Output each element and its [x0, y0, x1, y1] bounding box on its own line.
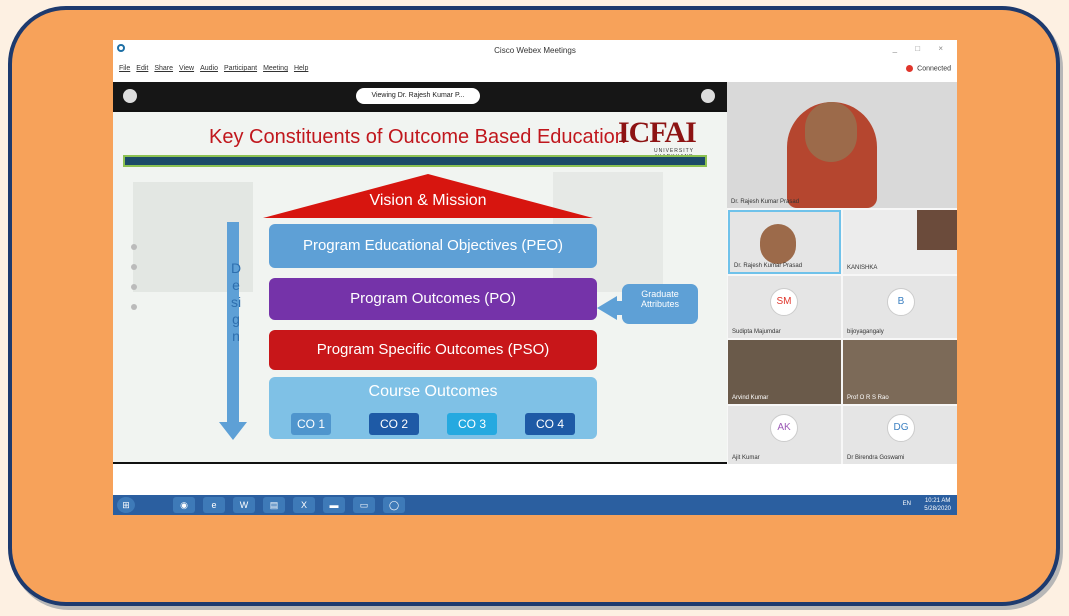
peo-box: Program Educational Objectives (PEO) — [269, 224, 597, 268]
participant-video — [760, 224, 796, 264]
vision-mission-label: Vision & Mission — [369, 192, 487, 209]
co2-box: CO 2 — [369, 413, 419, 435]
window-title: Cisco Webex Meetings — [494, 46, 576, 55]
avatar: AK — [770, 414, 798, 442]
slide-tools — [127, 244, 139, 324]
shared-content-area: Viewing Dr. Rajesh Kumar P... Key Consti… — [113, 82, 727, 506]
participant-tile[interactable]: Prof O R S Rao — [843, 340, 957, 404]
participant-tile[interactable]: DG Dr Birendra Goswami — [843, 406, 957, 464]
icfai-logo: ICFAI — [618, 116, 697, 149]
terminal-icon[interactable]: ▬ — [323, 497, 345, 513]
settings-icon[interactable] — [123, 89, 137, 103]
participant-tile[interactable]: B bijoyagangaly — [843, 276, 957, 338]
share-top-bar: Viewing Dr. Rajesh Kumar P... — [113, 82, 727, 110]
co4-box: CO 4 — [525, 413, 575, 435]
participant-name: bijoyagangaly — [847, 329, 884, 335]
window-controls[interactable]: _ □ × — [893, 44, 951, 53]
participant-tile[interactable]: SM Sudipta Majumdar — [728, 276, 841, 338]
menu-view[interactable]: View — [179, 65, 194, 72]
participant-name: KANISHKA — [847, 265, 878, 271]
course-outcomes-label: Course Outcomes — [368, 383, 498, 400]
design-arrow-head — [219, 422, 247, 440]
title-underline-bar — [123, 155, 707, 167]
participant-name: Ajit Kumar — [732, 455, 760, 461]
word-icon[interactable]: W — [233, 497, 255, 513]
viewing-label[interactable]: Viewing Dr. Rajesh Kumar P... — [356, 88, 480, 104]
design-label: Design — [230, 260, 242, 344]
participant-name: Dr. Rajesh Kumar Prasad — [734, 263, 803, 269]
participant-tile[interactable]: AK Ajit Kumar — [728, 406, 841, 464]
active-speaker-video[interactable]: Dr. Rajesh Kumar Prasad — [727, 82, 957, 208]
webex-window: Cisco Webex Meetings _ □ × File Edit Share… — [113, 40, 957, 515]
annotate-icon[interactable] — [131, 244, 137, 250]
graduate-attributes-box: Graduate Attributes — [622, 284, 698, 324]
participant-tile[interactable]: Arvind Kumar — [728, 340, 841, 404]
pointer-icon[interactable] — [131, 264, 137, 270]
window-icon[interactable]: ▭ — [353, 497, 375, 513]
menu-bar: File Edit Share View Audio Participant Meeting… — [113, 60, 957, 78]
slide-title: Key Constituents of Outcome Based Educat… — [209, 126, 626, 148]
speaker-face — [805, 102, 857, 162]
avatar: B — [887, 288, 915, 316]
connection-status[interactable]: Connected — [906, 65, 951, 72]
clock[interactable]: 10:21 AM 5/28/2020 — [924, 497, 951, 513]
participant-panel: Dr. Rajesh Kumar Prasad Dr. Rajesh Kumar… — [727, 82, 957, 464]
participant-video — [917, 210, 957, 250]
start-button[interactable]: ⊞ — [117, 497, 135, 513]
menu-edit[interactable]: Edit — [136, 65, 148, 72]
participant-tile[interactable]: Dr. Rajesh Kumar Prasad — [728, 210, 841, 274]
ie-icon[interactable]: e — [203, 497, 225, 513]
participant-name: Sudipta Majumdar — [732, 329, 781, 335]
avatar: SM — [770, 288, 798, 316]
windows-taskbar: ⊞ ◉ e W ▤ X ▬ ▭ ◯ EN 10:21 AM 5/28/2020 — [113, 495, 957, 515]
excel-icon[interactable]: X — [293, 497, 315, 513]
menu-share[interactable]: Share — [154, 65, 173, 72]
participant-name: Dr. Rajesh Kumar Prasad — [731, 199, 800, 205]
language-indicator[interactable]: EN — [903, 501, 911, 507]
participant-name: Arvind Kumar — [732, 395, 769, 401]
status-dot-icon — [906, 65, 914, 72]
pso-box: Program Specific Outcomes (PSO) — [269, 330, 597, 370]
course-outcomes-box: Course Outcomes CO 1 CO 2 CO 3 CO 4 — [269, 377, 597, 439]
window-gap — [113, 464, 957, 495]
participant-tile[interactable]: KANISHKA — [843, 210, 957, 274]
menu-file[interactable]: File — [119, 65, 130, 72]
avatar: DG — [887, 414, 915, 442]
webex-taskbar-icon[interactable]: ◯ — [383, 497, 405, 513]
chrome-icon[interactable]: ◉ — [173, 497, 195, 513]
presentation-slide: Key Constituents of Outcome Based Educat… — [113, 112, 727, 462]
menu-help[interactable]: Help — [294, 65, 308, 72]
co3-box: CO 3 — [447, 413, 497, 435]
title-bar: Cisco Webex Meetings _ □ × — [113, 40, 957, 60]
menu-participant[interactable]: Participant — [224, 65, 257, 72]
po-box: Program Outcomes (PO) — [269, 278, 597, 320]
zoom-out-icon[interactable] — [131, 304, 137, 310]
menu-audio[interactable]: Audio — [200, 65, 218, 72]
participant-name: Prof O R S Rao — [847, 395, 889, 401]
participant-name: Dr Birendra Goswami — [847, 455, 905, 461]
layout-icon[interactable] — [701, 89, 715, 103]
folder-icon[interactable]: ▤ — [263, 497, 285, 513]
co1-box: CO 1 — [291, 413, 331, 435]
zoom-in-icon[interactable] — [131, 284, 137, 290]
menu-meeting[interactable]: Meeting — [263, 65, 288, 72]
